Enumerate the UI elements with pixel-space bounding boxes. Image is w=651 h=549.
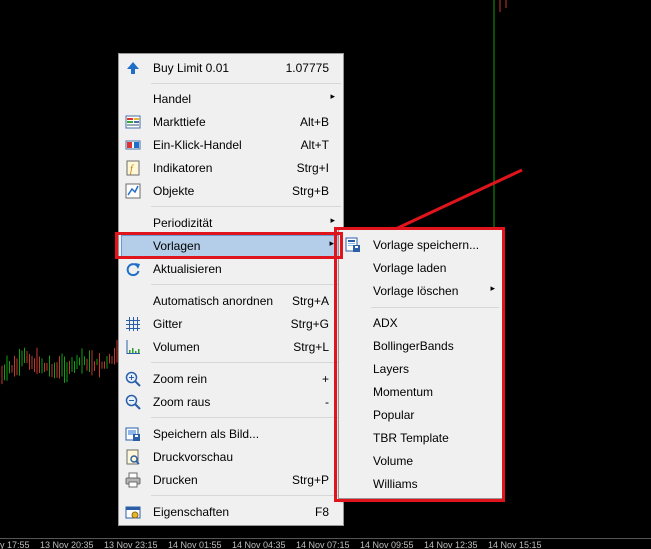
menu-item-label: Druckvorschau [153,450,234,464]
menu-item-automatisch-anordnen[interactable]: Automatisch anordnen Strg+A [121,290,341,312]
menu-item-shortcut: Alt+T [300,138,329,152]
menu-item-label: Markttiefe [153,115,206,129]
menu-item-label: Objekte [153,184,195,198]
highlight-box-vorlagen [115,232,343,259]
grid-icon [126,317,140,331]
menu-item-shortcut: Strg+L [293,340,329,354]
menu-item-label: Volumen [153,340,200,354]
zoom-in-icon [125,371,141,387]
refresh-icon [126,263,140,277]
menu-item-label: Automatisch anordnen [153,294,274,308]
submenu-arrow-icon: ▸ [330,91,335,101]
menu-item-shortcut: Strg+A [291,294,329,308]
highlight-box-submenu [334,227,505,502]
print-icon [125,472,141,488]
menu-separator [151,495,341,496]
indicators-icon: f [126,160,140,176]
menu-item-label: Indikatoren [153,161,213,175]
one-click-trading-icon [125,140,141,150]
menu-item-buy-limit[interactable]: Buy Limit 0.01 1.07775 [121,57,341,79]
menu-item-zoom-raus[interactable]: Zoom raus - [121,391,341,413]
menu-item-indikatoren[interactable]: f Indikatoren Strg+I [121,157,341,179]
menu-item-aktualisieren[interactable]: Aktualisieren [121,258,341,280]
objects-icon [125,183,141,199]
menu-item-periodizitaet[interactable]: Periodizität ▸ [121,212,341,234]
menu-item-shortcut: Alt+B [299,115,329,129]
menu-separator [151,206,341,207]
menu-item-label: Eigenschaften [153,505,230,519]
menu-item-shortcut: Strg+B [291,184,329,198]
menu-item-shortcut: 1.07775 [285,61,329,75]
print-preview-icon [126,449,140,465]
menu-item-objekte[interactable]: Objekte Strg+B [121,180,341,202]
menu-item-markttiefe[interactable]: Markttiefe Alt+B [121,111,341,133]
menu-item-label: Ein-Klick-Handel [153,138,242,152]
menu-item-shortcut: Strg+G [290,317,329,331]
market-depth-icon [125,115,141,129]
menu-item-speichern-als-bild[interactable]: Speichern als Bild... [121,423,341,445]
menu-item-zoom-rein[interactable]: Zoom rein + [121,368,341,390]
save-picture-icon [125,427,140,441]
menu-item-volumen[interactable]: Volumen Strg+L [121,336,341,358]
menu-item-label: Handel [153,92,192,106]
zoom-out-icon [125,394,141,410]
menu-separator [151,362,341,363]
menu-item-label: Speichern als Bild... [153,427,260,441]
menu-item-shortcut: + [321,372,329,386]
menu-item-label: Periodizität [153,216,213,230]
menu-item-shortcut: - [325,395,329,409]
menu-item-label: Zoom raus [153,395,211,409]
buy-limit-arrow-icon [127,62,139,74]
menu-separator [151,417,341,418]
menu-item-gitter[interactable]: Gitter Strg+G [121,313,341,335]
menu-item-druckvorschau[interactable]: Druckvorschau [121,446,341,468]
menu-item-label: Drucken [153,473,198,487]
menu-item-shortcut: Strg+P [291,473,329,487]
submenu-arrow-icon: ▸ [330,215,335,225]
menu-item-handel[interactable]: Handel ▸ [121,88,341,110]
menu-item-label: Zoom rein [153,372,208,386]
menu-item-drucken[interactable]: Drucken Strg+P [121,469,341,491]
menu-separator [151,83,341,84]
menu-item-shortcut: F8 [314,505,329,519]
menu-item-shortcut: Strg+I [296,161,329,175]
menu-separator [151,284,341,285]
menu-item-eigenschaften[interactable]: Eigenschaften F8 [121,501,341,523]
properties-icon [125,506,141,519]
menu-item-label: Gitter [153,317,183,331]
menu-item-ein-klick-handel[interactable]: Ein-Klick-Handel Alt+T [121,134,341,156]
time-axis: y 17:55 13 Nov 20:35 13 Nov 23:15 14 Nov… [0,538,651,549]
chart-context-menu: Buy Limit 0.01 1.07775 Handel ▸ Markttie… [118,53,344,526]
menu-item-label: Aktualisieren [153,262,222,276]
menu-item-label: Buy Limit 0.01 [153,61,230,75]
volumes-icon [126,340,140,354]
